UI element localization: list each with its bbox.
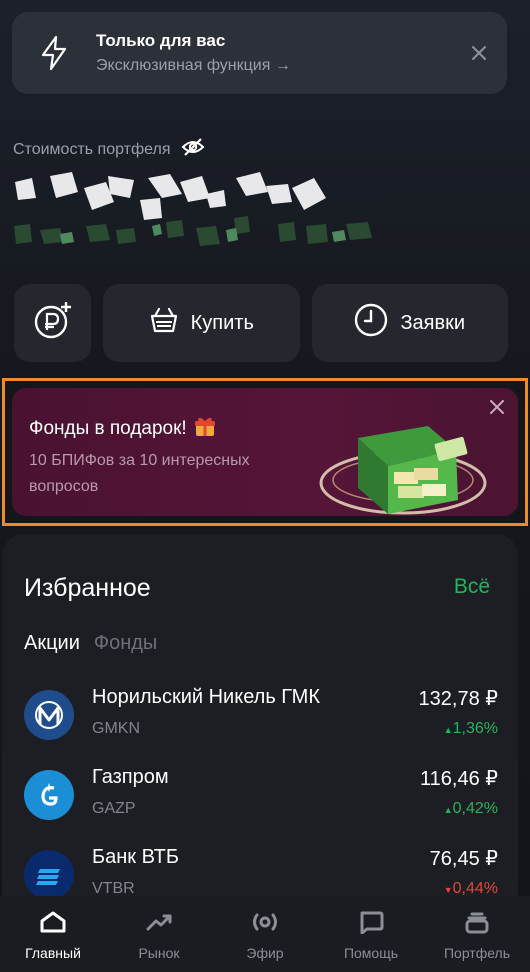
arrow-down-icon: ▼ xyxy=(443,885,453,895)
tab-market[interactable]: Рынок xyxy=(106,896,212,972)
stock-change-value: 1,36% xyxy=(452,720,498,737)
lightning-icon xyxy=(12,12,96,94)
favorites-title: Избранное xyxy=(24,574,151,602)
promo-close-icon[interactable] xyxy=(451,12,507,94)
stock-row[interactable]: Газпром GAZP 116,46 ₽ ▲0,42% xyxy=(24,766,498,836)
stock-change-value: 0,44% xyxy=(452,880,498,897)
stock-change: ▲1,36% xyxy=(444,720,498,738)
broadcast-icon xyxy=(250,910,280,939)
tab-stocks[interactable]: Акции xyxy=(24,632,80,655)
stock-row[interactable]: Норильский Никель ГМК GMKN 132,78 ₽ ▲1,3… xyxy=(24,686,498,756)
orders-label: Заявки xyxy=(400,311,466,334)
stock-ticker: GMKN xyxy=(92,720,140,737)
vtb-logo-icon xyxy=(24,850,74,900)
stock-price: 132,78 ₽ xyxy=(418,688,498,710)
buy-label: Купить xyxy=(190,311,254,334)
home-icon xyxy=(39,910,67,939)
clock-icon xyxy=(354,303,388,343)
bottom-tab-bar: Главный Рынок Эфир Помощь Портфель xyxy=(0,896,530,972)
stock-name: Банк ВТБ xyxy=(92,846,179,868)
stock-change: ▲0,42% xyxy=(444,800,498,818)
banner-title-text: Фонды в подарок! xyxy=(29,418,187,439)
tab-help-label: Помощь xyxy=(343,945,399,961)
funds-gift-banner[interactable]: Фонды в подарок! 10 БПИФов за 10 интерес… xyxy=(2,378,528,526)
eye-hidden-icon[interactable] xyxy=(181,137,205,162)
quick-actions: Купить Заявки xyxy=(14,284,508,362)
banner-subtitle: 10 БПИФов за 10 интересных вопросов xyxy=(29,452,250,495)
basket-icon xyxy=(149,305,179,341)
exclusive-promo-card[interactable]: Только для вас Эксклюзивная функция → xyxy=(12,12,507,94)
portfolio-label-text: Стоимость портфеля xyxy=(13,140,171,158)
tab-portfolio[interactable]: Портфель xyxy=(424,896,530,972)
buy-button[interactable]: Купить xyxy=(103,284,300,362)
tab-market-label: Рынок xyxy=(138,945,180,961)
money-case-illustration xyxy=(318,418,488,516)
arrow-up-icon: ▲ xyxy=(443,725,453,735)
tab-home[interactable]: Главный xyxy=(0,896,106,972)
stock-price: 116,46 ₽ xyxy=(420,768,498,790)
gazprom-logo-icon xyxy=(24,770,74,820)
tab-portfolio-label: Портфель xyxy=(443,945,511,961)
stock-ticker: GAZP xyxy=(92,800,136,817)
briefcase-icon xyxy=(463,910,491,939)
tab-broadcast-label: Эфир xyxy=(246,945,284,961)
gift-icon xyxy=(193,414,217,444)
promo-subtitle-link[interactable]: Эксклюзивная функция → xyxy=(96,57,451,75)
banner-close-icon[interactable] xyxy=(490,400,504,419)
ruble-plus-icon xyxy=(33,300,73,346)
tab-broadcast[interactable]: Эфир xyxy=(212,896,318,972)
stock-name: Норильский Никель ГМК xyxy=(92,686,320,708)
tab-home-label: Главный xyxy=(25,945,81,961)
trend-up-icon xyxy=(145,910,173,939)
orders-button[interactable]: Заявки xyxy=(311,284,508,362)
hidden-portfolio-value xyxy=(10,168,390,253)
deposit-button[interactable] xyxy=(14,284,91,362)
favorites-all-link[interactable]: Всё xyxy=(454,575,490,599)
favorites-tabs: Акции Фонды xyxy=(24,632,157,655)
stock-name: Газпром xyxy=(92,766,169,788)
chat-bubble-icon xyxy=(357,910,385,939)
arrow-up-icon: ▲ xyxy=(443,805,453,815)
banner-title: Фонды в подарок! xyxy=(29,414,217,444)
nornickel-logo-icon xyxy=(24,690,74,740)
portfolio-value-label: Стоимость портфеля xyxy=(13,137,205,162)
stock-change-value: 0,42% xyxy=(452,800,498,817)
tab-help[interactable]: Помощь xyxy=(318,896,424,972)
stock-price: 76,45 ₽ xyxy=(429,848,498,870)
promo-title: Только для вас xyxy=(96,31,226,50)
tab-funds[interactable]: Фонды xyxy=(94,632,157,655)
